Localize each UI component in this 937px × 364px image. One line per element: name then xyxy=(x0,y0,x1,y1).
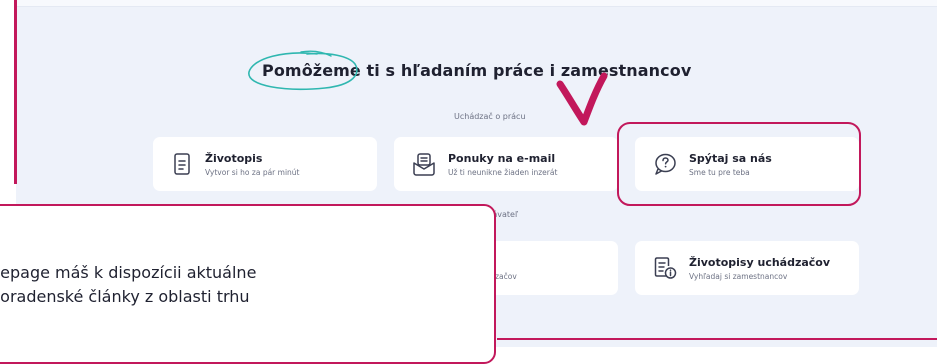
highlight-frame-ask-card xyxy=(617,122,861,206)
highlight-frame-left-edge xyxy=(14,0,17,184)
onboarding-tooltip: nepage máš k dispozícii aktuálne poraden… xyxy=(0,204,496,364)
circle-scribble-icon xyxy=(248,50,358,91)
card-email-subtitle: Už ti neunikne žiaden inzerát xyxy=(448,167,558,177)
section-label-job-seeker: Uchádzač o prácu xyxy=(454,112,526,121)
checkmark-scribble-icon xyxy=(556,72,608,126)
highlight-frame-bottom-edge xyxy=(497,338,937,340)
tooltip-line-1: nepage máš k dispozícii aktuálne xyxy=(0,263,257,282)
card-email-offers[interactable]: Ponuky na e-mail Už ti neunikne žiaden i… xyxy=(394,137,618,191)
card-resumes-subtitle: Vyhľadaj si zamestnancov xyxy=(689,271,788,281)
tooltip-text: nepage máš k dispozícii aktuálne poraden… xyxy=(0,261,256,309)
card-cv[interactable]: Životopis Vytvor si ho za pár minút xyxy=(153,137,377,191)
tooltip-line-2: poradenské články z oblasti trhu xyxy=(0,287,250,306)
email-inbox-icon xyxy=(413,153,435,176)
card-cv-subtitle: Vytvor si ho za pár minút xyxy=(205,167,300,177)
card-cv-title: Životopis xyxy=(205,151,263,165)
card-resumes-title: Životopisy uchádzačov xyxy=(689,255,831,269)
top-divider xyxy=(16,0,937,7)
card-email-title: Ponuky na e-mail xyxy=(448,151,556,165)
document-icon xyxy=(174,153,190,175)
card-candidate-resumes[interactable]: Životopisy uchádzačov Vyhľadaj si zamest… xyxy=(635,241,859,295)
resume-info-icon xyxy=(654,257,677,279)
